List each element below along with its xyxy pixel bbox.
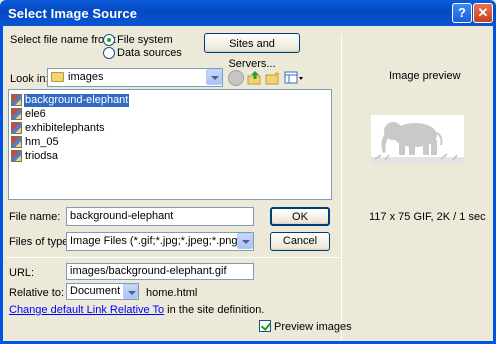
change-link-row: Change default Link Relative To in the s… (9, 304, 264, 316)
select-from-label: Select file name from: (10, 34, 117, 46)
look-in-value: images (68, 71, 104, 83)
change-default-link[interactable]: Change default Link Relative To (9, 304, 164, 316)
url-label: URL: (9, 267, 35, 279)
back-icon[interactable] (228, 70, 244, 86)
list-item[interactable]: triodsa (11, 149, 59, 163)
files-of-type-dropdown-arrow[interactable] (237, 233, 253, 249)
elephant-thumbnail (371, 115, 464, 165)
look-in-dropdown[interactable]: images (47, 68, 223, 87)
list-item[interactable]: hm_05 (11, 135, 60, 149)
look-in-dropdown-arrow[interactable] (206, 69, 222, 85)
close-button[interactable]: ✕ (473, 3, 493, 23)
file-name-label: File name: (9, 211, 61, 223)
relative-to-value: Document (70, 285, 121, 297)
preview-info: 117 x 75 GIF, 2K / 1 sec (369, 211, 486, 223)
file-list[interactable]: background-elephant ele6 exhibitelephant… (8, 89, 332, 200)
file-name-input[interactable]: background-elephant (66, 207, 254, 226)
help-button[interactable]: ? (452, 3, 472, 23)
image-file-icon (11, 108, 22, 120)
window-title: Select Image Source (8, 6, 138, 21)
divider (6, 257, 340, 258)
files-of-type-dropdown[interactable]: Image Files (*.gif;*.jpg;*.jpeg;*.png) (66, 232, 254, 251)
list-item[interactable]: ele6 (11, 107, 47, 121)
relative-to-label: Relative to: (9, 287, 65, 299)
files-of-type-value: Image Files (*.gif;*.jpg;*.jpeg;*.png) (70, 235, 242, 247)
image-file-icon (11, 122, 22, 134)
up-folder-icon[interactable] (247, 70, 263, 86)
change-link-suffix: in the site definition. (164, 304, 265, 316)
ok-button[interactable]: OK (270, 207, 330, 226)
url-input[interactable]: images/background-elephant.gif (66, 263, 254, 280)
files-of-type-label: Files of type: (9, 236, 72, 248)
preview-divider (341, 34, 342, 340)
view-menu-icon[interactable] (284, 70, 303, 86)
list-item[interactable]: background-elephant (11, 93, 130, 107)
image-file-icon (11, 150, 22, 162)
radio-data-sources-label[interactable]: Data sources (117, 47, 182, 59)
radio-file-system-label[interactable]: File system (117, 34, 173, 46)
preview-title: Image preview (389, 70, 461, 82)
image-file-icon (11, 136, 22, 148)
preview-images-checkbox[interactable] (259, 320, 271, 332)
radio-file-system[interactable] (103, 34, 115, 46)
image-file-icon (11, 94, 22, 106)
cancel-button[interactable]: Cancel (270, 232, 330, 251)
sites-and-servers-button[interactable]: Sites and Servers... (204, 33, 300, 70)
radio-selected-dot (107, 38, 111, 42)
look-in-label: Look in: (10, 73, 49, 85)
radio-data-sources[interactable] (103, 47, 115, 59)
folder-icon (51, 72, 64, 82)
list-item[interactable]: exhibitelephants (11, 121, 106, 135)
relative-file-name: home.html (146, 287, 198, 299)
new-folder-icon[interactable] (265, 70, 281, 86)
relative-to-dropdown-arrow[interactable] (123, 284, 138, 299)
preview-images-label[interactable]: Preview images (274, 321, 352, 333)
